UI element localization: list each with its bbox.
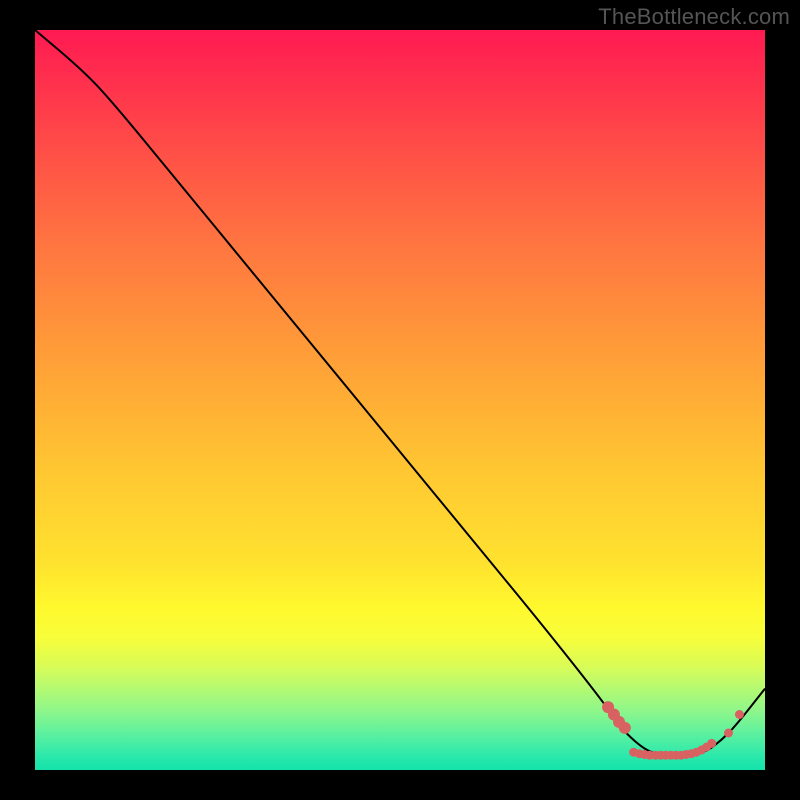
- chart-svg: [35, 30, 765, 770]
- bottleneck-curve: [35, 30, 765, 755]
- data-dot: [735, 710, 744, 719]
- watermark-text: TheBottleneck.com: [598, 4, 790, 30]
- data-dot: [619, 722, 631, 734]
- plot-area: [35, 30, 765, 770]
- chart-frame: TheBottleneck.com: [0, 0, 800, 800]
- data-dot: [724, 729, 733, 738]
- data-dots: [602, 701, 744, 760]
- data-dot: [707, 739, 716, 748]
